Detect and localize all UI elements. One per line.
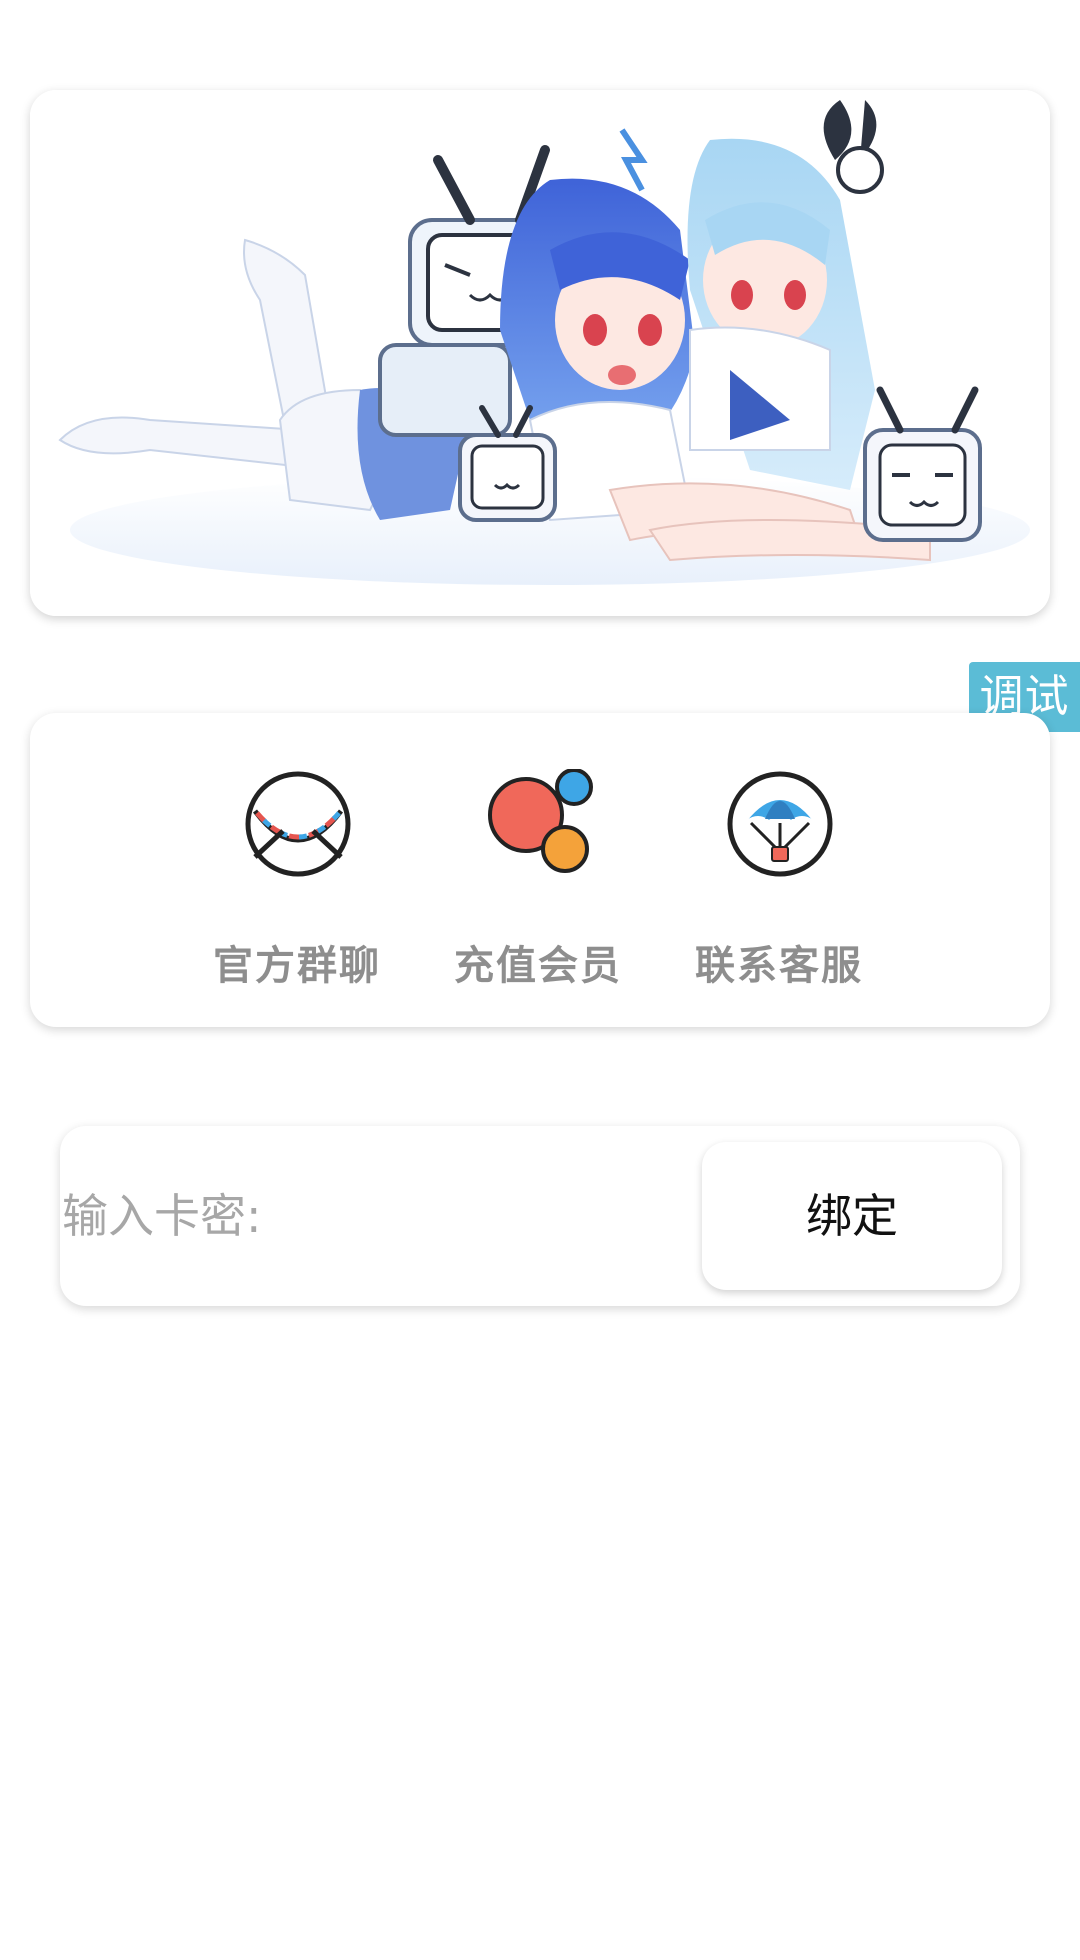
menu-label-recharge-vip: 充值会员 <box>454 943 622 989</box>
menu-label-contact-support: 联系客服 <box>695 943 863 989</box>
quick-menu-card: 官方群聊 充值会员 联系客服 <box>30 713 1050 1027</box>
bind-card: 绑定 <box>60 1126 1020 1306</box>
anime-illustration <box>30 90 1050 616</box>
menu-item-official-group[interactable]: 官方群聊 <box>187 713 407 1027</box>
card-key-input[interactable] <box>62 1166 682 1266</box>
menu-item-recharge-vip[interactable]: 充值会员 <box>428 713 648 1027</box>
menu-item-contact-support[interactable]: 联系客服 <box>669 713 889 1027</box>
parachute-icon <box>725 769 835 879</box>
bind-button[interactable]: 绑定 <box>702 1142 1002 1290</box>
bubbles-icon <box>484 768 594 879</box>
chat-bubble-icon <box>243 769 353 879</box>
banner-image <box>30 90 1050 616</box>
menu-label-official-group: 官方群聊 <box>213 943 381 989</box>
